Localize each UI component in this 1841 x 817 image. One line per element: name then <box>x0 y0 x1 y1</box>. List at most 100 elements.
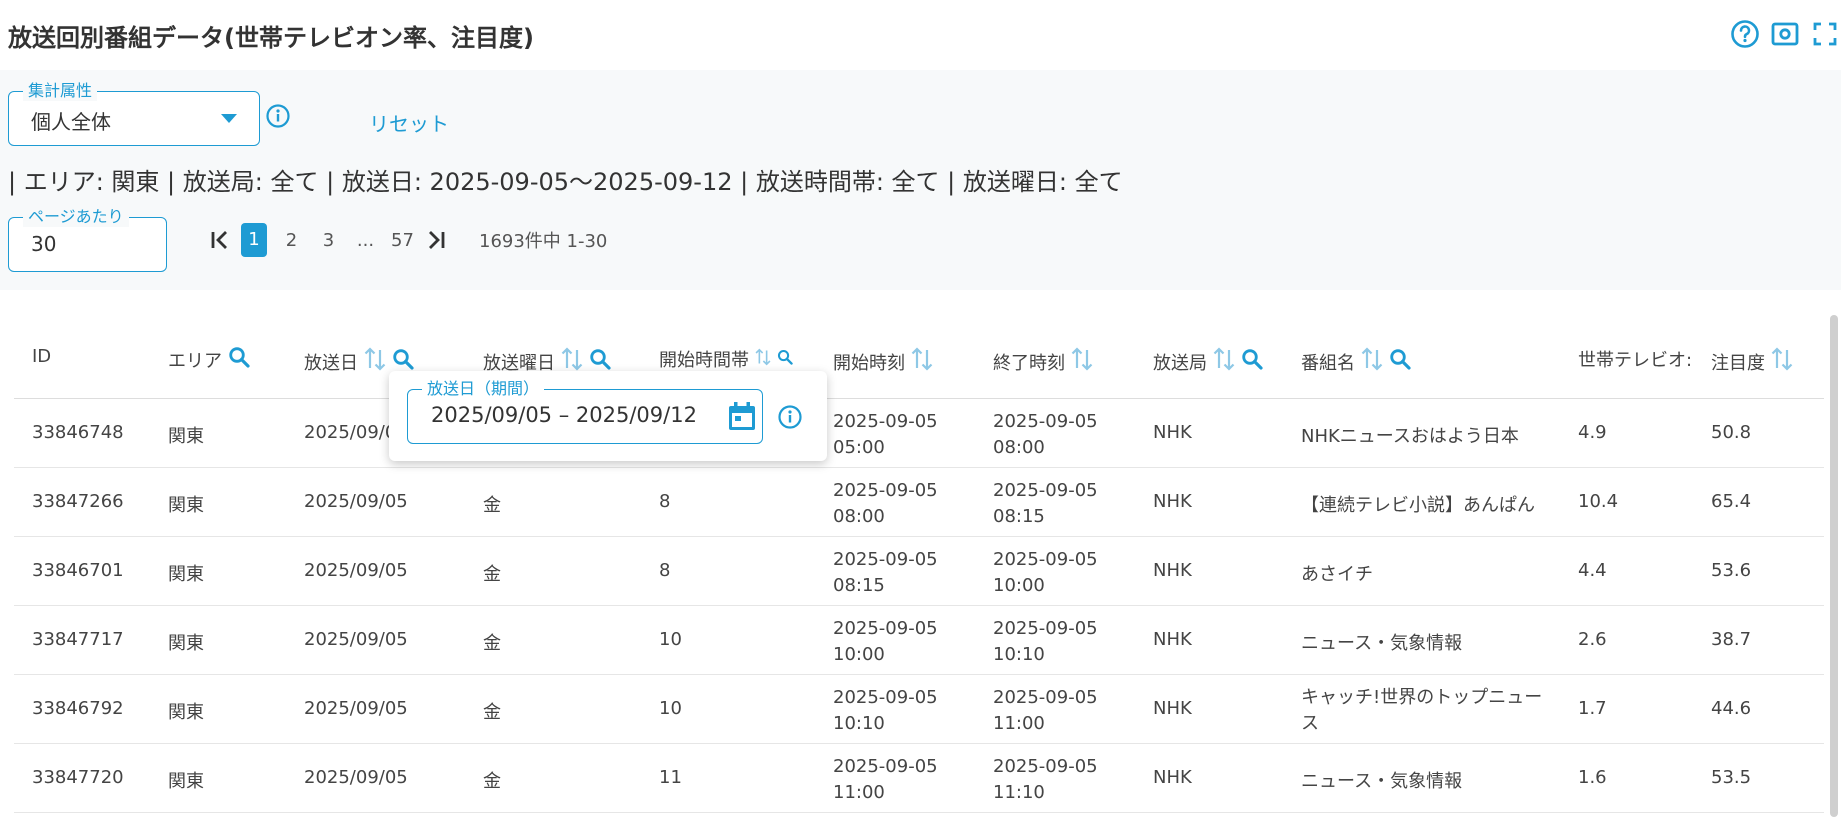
cell-attention: 38.7 <box>1711 629 1752 650</box>
cell-start-time-line: 2025-09-05 <box>833 687 938 708</box>
title-bar: 放送回別番組データ(世帯テレビオン率、注目度) <box>0 0 1841 70</box>
date-range-input[interactable]: 放送日（期間） 2025/09/05 – 2025/09/12 <box>407 379 763 444</box>
cell-end-time: 2025-09-05 10:00 <box>993 547 1098 599</box>
cell-end-time-line: 2025-09-05 <box>993 549 1098 570</box>
date-range-popover: 放送日（期間） 2025/09/05 – 2025/09/12 <box>389 371 827 461</box>
cell-program-line: キャッチ!世界のトップニュー <box>1301 687 1543 708</box>
page-button-57[interactable]: 57 <box>384 230 421 251</box>
cell-end-time-line: 10:00 <box>993 575 1045 596</box>
table-row[interactable]: 33847266 関東 2025/09/05 金 8 2025-09-05 08:00 202… <box>14 468 1824 537</box>
col-program[interactable]: 番組名 <box>1301 346 1411 377</box>
cell-end-time: 2025-09-05 10:10 <box>993 616 1098 668</box>
search-icon[interactable] <box>1389 348 1411 375</box>
sort-icon[interactable] <box>1213 346 1235 377</box>
cell-time-slot: 10 <box>659 698 682 719</box>
table-row[interactable]: 33847720 関東 2025/09/05 金 11 2025-09-05 11:00 20… <box>14 744 1824 813</box>
cell-area: 関東 <box>168 564 204 585</box>
date-range-legend: 放送日（期間） <box>422 379 545 399</box>
cell-id: 33847720 <box>32 767 124 788</box>
cell-start-time-line: 2025-09-05 <box>833 618 938 639</box>
cell-start-time-line: 2025-09-05 <box>833 411 938 432</box>
cell-area: 関東 <box>168 702 204 723</box>
table-row[interactable]: 33846701 関東 2025/09/05 金 8 2025-09-05 08:15 202… <box>14 537 1824 606</box>
col-time-slot[interactable]: 開始時間帯 <box>659 346 793 372</box>
sort-icon[interactable] <box>911 346 933 377</box>
cell-station: NHK <box>1153 698 1192 719</box>
table-row[interactable]: 33846748 関東 2025/09/0 2025-09-05 05:00 2025-0… <box>14 399 1824 468</box>
table-row[interactable]: 33846792 関東 2025/09/05 金 10 2025-09-05 10:10 20… <box>14 675 1824 744</box>
cell-program: 【連続テレビ小説】あんぱん <box>1301 495 1535 516</box>
cell-id: 33846792 <box>32 698 124 719</box>
cell-date: 2025/09/05 <box>304 629 408 650</box>
cell-start-time-line: 10:00 <box>833 644 885 665</box>
pagination: 1 2 3 ... 57 1693件中 1-30 <box>205 223 607 257</box>
sort-icon[interactable] <box>755 347 771 372</box>
cell-household-tv: 1.7 <box>1578 698 1607 719</box>
cell-station: NHK <box>1153 422 1192 443</box>
col-id[interactable]: ID <box>32 346 51 367</box>
first-page-icon[interactable] <box>205 229 235 251</box>
cell-end-time-line: 08:00 <box>993 437 1045 458</box>
page-title: 放送回別番組データ(世帯テレビオン率、注目度) <box>8 24 534 52</box>
sort-icon[interactable] <box>1071 346 1093 377</box>
table-row[interactable]: 33847717 関東 2025/09/05 金 10 2025-09-05 10:00 20… <box>14 606 1824 675</box>
aggregation-value: 個人全体 <box>31 110 111 134</box>
search-icon[interactable] <box>1241 348 1263 375</box>
help-icon[interactable] <box>1729 18 1761 50</box>
col-household-tv[interactable]: 世帯テレビオ: <box>1578 346 1692 372</box>
chevron-down-icon[interactable] <box>221 114 237 123</box>
per-page-input[interactable]: ページあたり 30 <box>8 207 167 272</box>
search-icon[interactable] <box>228 346 250 373</box>
page-button-1[interactable]: 1 <box>241 223 267 257</box>
cell-area: 関東 <box>168 495 204 516</box>
cell-start-time: 2025-09-05 10:10 <box>833 685 938 737</box>
cell-area: 関東 <box>168 426 204 447</box>
fullscreen-icon[interactable] <box>1809 18 1841 50</box>
reset-button[interactable]: リセット <box>369 108 449 137</box>
cell-end-time-line: 2025-09-05 <box>993 618 1098 639</box>
screenshot-icon[interactable] <box>1769 18 1801 50</box>
info-icon[interactable] <box>265 103 291 133</box>
cell-time-slot: 10 <box>659 629 682 650</box>
col-station[interactable]: 放送局 <box>1153 346 1263 377</box>
sort-icon[interactable] <box>1771 346 1793 377</box>
page-button-2[interactable]: 2 <box>273 230 310 251</box>
search-icon[interactable] <box>777 349 793 370</box>
cell-date: 2025/09/05 <box>304 698 408 719</box>
cell-program: あさイチ <box>1301 564 1373 585</box>
cell-end-time-line: 2025-09-05 <box>993 480 1098 501</box>
cell-end-time-line: 11:10 <box>993 782 1045 803</box>
cell-area: 関東 <box>168 771 204 792</box>
cell-end-time: 2025-09-05 08:15 <box>993 478 1098 530</box>
cell-end-time-line: 08:15 <box>993 506 1045 527</box>
cell-household-tv: 4.4 <box>1578 560 1607 581</box>
col-start-time[interactable]: 開始時刻 <box>833 346 933 377</box>
cell-start-time: 2025-09-05 08:00 <box>833 478 938 530</box>
cell-end-time-line: 2025-09-05 <box>993 411 1098 432</box>
calendar-icon[interactable] <box>726 400 758 436</box>
cell-end-time-line: 2025-09-05 <box>993 687 1098 708</box>
scrollbar[interactable] <box>1830 315 1838 817</box>
page-button-3[interactable]: 3 <box>310 230 347 251</box>
cell-end-time: 2025-09-05 11:10 <box>993 754 1098 806</box>
cell-id: 33847717 <box>32 629 124 650</box>
cell-start-time: 2025-09-05 10:00 <box>833 616 938 668</box>
col-area[interactable]: エリア <box>168 346 250 373</box>
cell-household-tv: 2.6 <box>1578 629 1607 650</box>
info-icon[interactable] <box>777 404 803 434</box>
cell-station: NHK <box>1153 767 1192 788</box>
cell-program: キャッチ!世界のトップニュース <box>1301 685 1542 737</box>
cell-start-time-line: 05:00 <box>833 437 885 458</box>
cell-household-tv: 1.6 <box>1578 767 1607 788</box>
last-page-icon[interactable] <box>421 229 451 251</box>
sort-icon[interactable] <box>364 346 386 377</box>
col-end-time[interactable]: 終了時刻 <box>993 346 1093 377</box>
cell-end-time: 2025-09-05 11:00 <box>993 685 1098 737</box>
aggregation-select[interactable]: 集計属性 個人全体 <box>8 81 260 146</box>
cell-time-slot: 11 <box>659 767 682 788</box>
col-attention[interactable]: 注目度 <box>1711 346 1793 377</box>
cell-start-time: 2025-09-05 08:15 <box>833 547 938 599</box>
sort-icon[interactable] <box>1361 346 1383 377</box>
cell-time-slot: 8 <box>659 560 671 581</box>
cell-station: NHK <box>1153 491 1192 512</box>
